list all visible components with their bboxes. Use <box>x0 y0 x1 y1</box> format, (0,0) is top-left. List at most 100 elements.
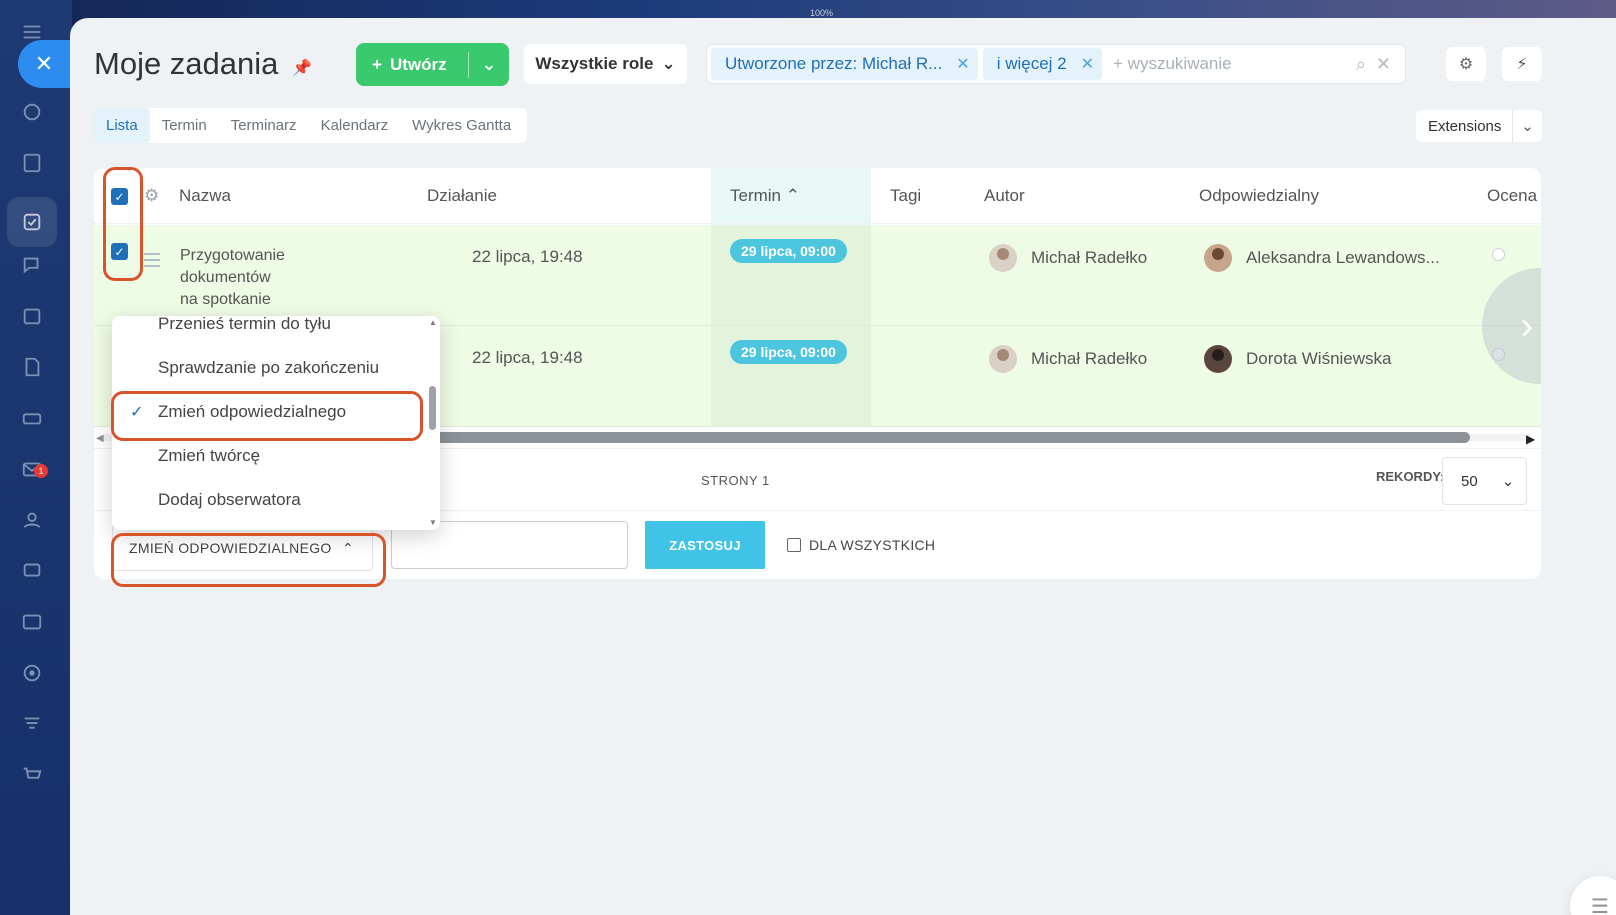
activity-stream-icon[interactable] <box>20 100 44 124</box>
search-icon[interactable]: ⌕ <box>1356 54 1366 75</box>
clear-icon[interactable]: ✕ <box>1376 54 1391 75</box>
responsible-cell[interactable]: Dorota Wiśniewska <box>1204 345 1392 373</box>
grid-header: ✓ ⚙ Nazwa Działanie Termin ⌃ Tagi Autor … <box>94 168 1541 224</box>
close-icon[interactable]: ✕ <box>1081 54 1094 74</box>
mail-badge: 1 <box>34 464 48 478</box>
for-all-checkbox[interactable] <box>787 538 801 552</box>
tasks-icon[interactable] <box>20 210 44 234</box>
tab-lista[interactable]: Lista <box>94 108 150 143</box>
dropdown-item[interactable]: Dodaj obserwatora <box>112 478 422 522</box>
select-all-checkbox[interactable]: ✓ <box>111 188 128 205</box>
shop-icon[interactable] <box>20 763 44 787</box>
avatar <box>1204 244 1232 272</box>
check-icon: ✓ <box>130 404 144 421</box>
create-label: Utwórz <box>389 54 447 74</box>
deadline-badge[interactable]: 29 lipca, 09:00 <box>730 239 847 263</box>
task-name-line: na spotkanie <box>180 291 271 308</box>
search-input[interactable]: + wyszukiwanie <box>1113 54 1356 74</box>
create-main[interactable]: + Utwórz <box>356 43 468 86</box>
task-name-line: Przygotowanie <box>180 247 285 264</box>
close-icon[interactable]: ✕ <box>956 54 969 74</box>
group-action-dropdown: Przenieś termin do tyłu Sprawdzanie po z… <box>112 316 440 530</box>
records-value: 50 <box>1461 472 1478 490</box>
drag-handle-icon[interactable] <box>144 253 160 271</box>
rating-radio[interactable] <box>1492 248 1505 261</box>
dropdown-item[interactable]: Przenieś termin do tyłu <box>112 316 422 346</box>
list-menu-icon[interactable]: ☰ <box>1570 876 1616 915</box>
chat-icon[interactable] <box>20 253 44 277</box>
task-name-line: dokumentów <box>180 269 271 286</box>
feed-icon[interactable] <box>20 151 44 175</box>
filter-search-box[interactable]: Utworzone przez: Michał R... ✕ i więcej 2… <box>706 44 1406 84</box>
gear-icon[interactable]: ⚙ <box>144 186 159 206</box>
tab-terminarz[interactable]: Terminarz <box>219 108 309 143</box>
author-cell[interactable]: Michał Radełko <box>989 345 1147 373</box>
workgroups-icon[interactable] <box>20 559 44 583</box>
author-name: Michał Radełko <box>1031 248 1148 267</box>
scroll-right-icon[interactable]: ▶ <box>1526 432 1535 446</box>
chevron-down-icon[interactable]: ⌄ <box>1512 110 1542 142</box>
apply-button[interactable]: ZASTOSUJ <box>645 521 765 569</box>
chevron-down-icon: ⌄ <box>1501 473 1515 490</box>
dropdown-item[interactable]: Sprawdzanie po zakończeniu <box>112 346 422 390</box>
task-name-link[interactable]: Przygotowanie dokumentów na spotkanie <box>180 245 380 311</box>
activity-date: 22 lipca, 19:48 <box>472 348 583 367</box>
column-header-author[interactable]: Autor <box>984 186 1025 206</box>
tab-kalendarz[interactable]: Kalendarz <box>309 108 401 143</box>
table-row[interactable]: ✓ Przygotowanie dokumentów na spotkanie … <box>94 225 1541 326</box>
funnel-icon[interactable] <box>20 712 44 736</box>
filter-chip-created-by[interactable]: Utworzone przez: Michał R... ✕ <box>711 48 978 80</box>
activity-date: 22 lipca, 19:48 <box>472 247 583 266</box>
roles-filter-button[interactable]: Wszystkie role ⌄ <box>524 44 687 84</box>
close-slider-button[interactable]: ✕ <box>18 40 70 88</box>
employees-icon[interactable] <box>20 508 44 532</box>
tab-termin[interactable]: Termin <box>150 108 219 143</box>
responsible-cell[interactable]: Aleksandra Lewandows... <box>1204 244 1440 272</box>
chevron-down-icon[interactable]: ⌄ <box>469 55 509 75</box>
documents-icon[interactable] <box>20 355 44 379</box>
responsible-name: Aleksandra Lewandows... <box>1246 248 1440 267</box>
column-header-deadline[interactable]: Termin ⌃ <box>730 186 800 206</box>
extensions-label: Extensions <box>1428 117 1502 135</box>
lightning-icon: ⚡ <box>1516 56 1528 73</box>
marketing-icon[interactable] <box>20 661 44 685</box>
avatar <box>989 345 1017 373</box>
settings-button[interactable]: ⚙ <box>1446 47 1486 81</box>
avatar <box>1204 345 1232 373</box>
create-button[interactable]: + Utwórz ⌄ <box>356 43 509 86</box>
pin-icon[interactable]: 📌 <box>292 58 312 78</box>
records-per-page-select[interactable]: 50 ⌄ <box>1442 457 1527 505</box>
responsible-name: Dorota Wiśniewska <box>1246 349 1392 368</box>
column-header-rating[interactable]: Ocena <box>1487 186 1537 206</box>
for-all-label: DLA WSZYSTKICH <box>809 537 936 553</box>
dropdown-item-selected[interactable]: ✓ Zmień odpowiedzialnego <box>112 390 422 434</box>
chevron-up-icon: ⌃ <box>341 539 354 556</box>
scroll-thumb[interactable] <box>429 386 436 430</box>
row-checkbox[interactable]: ✓ <box>111 243 128 260</box>
for-all-toggle[interactable]: DLA WSZYSTKICH <box>787 537 935 553</box>
automation-button[interactable]: ⚡ <box>1502 47 1542 81</box>
left-sidebar: 1 <box>0 0 72 915</box>
dropdown-item[interactable]: Zmień twórcę <box>112 434 422 478</box>
scroll-down-icon[interactable]: ▼ <box>429 518 437 527</box>
deadline-badge[interactable]: 29 lipca, 09:00 <box>730 340 847 364</box>
dropdown-scrollbar[interactable]: ▲ ▼ <box>426 316 440 530</box>
filter-chip-more[interactable]: i więcej 2 ✕ <box>982 48 1103 80</box>
crm-icon[interactable] <box>20 610 44 634</box>
column-header-activity[interactable]: Działanie <box>427 186 497 206</box>
extensions-button[interactable]: Extensions ⌄ <box>1416 110 1542 142</box>
group-action-select[interactable]: ZMIEŃ ODPOWIEDZIALNEGO ⌃ <box>112 525 373 571</box>
column-header-deadline-label: Termin <box>730 186 782 205</box>
column-header-tags[interactable]: Tagi <box>890 186 921 206</box>
drive-icon[interactable] <box>20 406 44 430</box>
scroll-up-icon[interactable]: ▲ <box>429 318 437 327</box>
column-header-name[interactable]: Nazwa <box>179 186 231 206</box>
author-cell[interactable]: Michał Radełko <box>989 244 1147 272</box>
calendar-icon[interactable] <box>20 304 44 328</box>
scroll-thumb[interactable] <box>424 432 1470 443</box>
roles-label: Wszystkie role <box>535 54 654 73</box>
avatar <box>989 244 1017 272</box>
scroll-left-icon[interactable]: ◀ <box>96 433 104 444</box>
tab-gantt[interactable]: Wykres Gantta <box>400 108 523 143</box>
column-header-responsible[interactable]: Odpowiedzialny <box>1199 186 1319 206</box>
